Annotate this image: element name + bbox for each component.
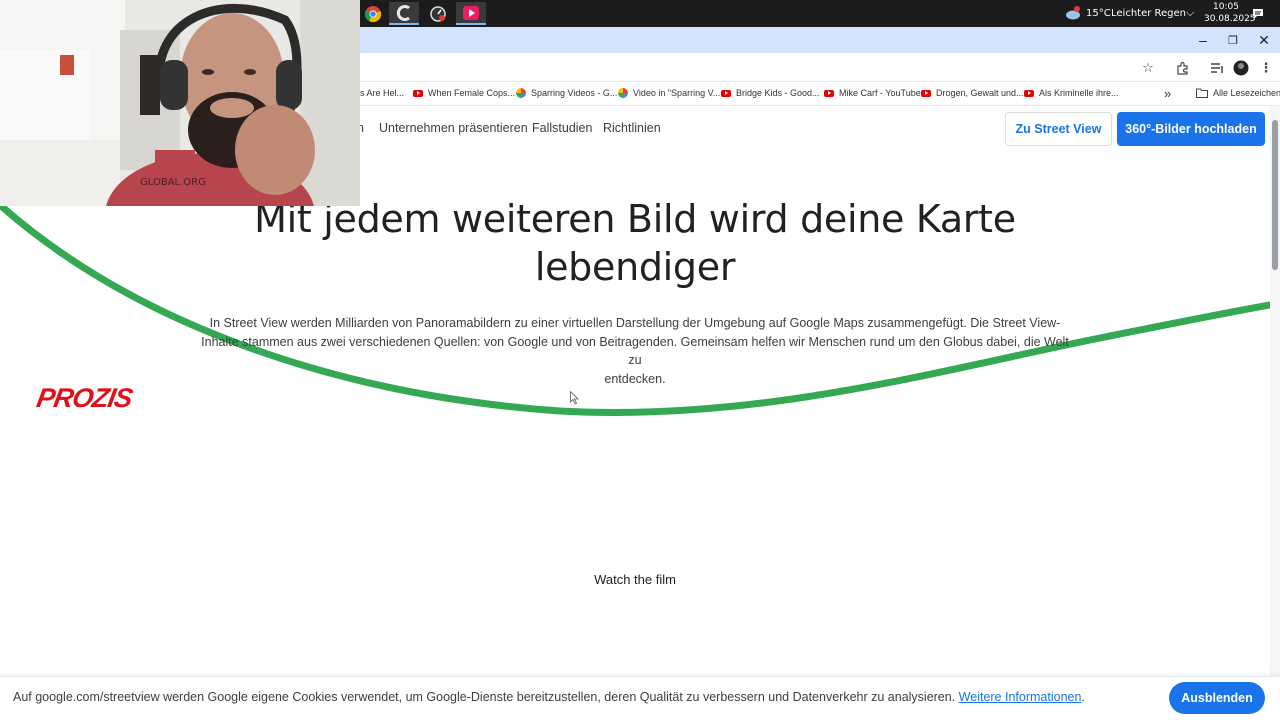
headline-line-1: Mit jedem weiteren Bild wird deine Karte [254,197,1016,241]
scrollbar-thumb[interactable] [1272,120,1278,270]
bookmark-item[interactable]: Mike Carf - YouTube [824,83,921,103]
youtube-icon [824,89,834,97]
bookmark-item[interactable]: Drogen, Gewalt und... [921,83,1024,103]
headline-line-2: lebendiger [534,245,736,289]
go-to-street-view-button[interactable]: Zu Street View [1005,112,1112,146]
restore-icon[interactable]: ❐ [1218,27,1248,53]
page-headline: Mit jedem weiteren Bild wird deine Karte… [250,195,1020,291]
nav-link-business[interactable]: Unternehmen präsentieren [379,121,528,135]
extensions-icon[interactable] [1172,58,1192,78]
all-bookmarks-folder[interactable]: Alle Lesezeichen [1196,83,1280,103]
youtube-icon [413,89,423,97]
youtube-icon [721,89,731,97]
youtube-icon [921,89,931,97]
prozis-sponsor-logo: PROZIS [34,383,135,413]
media-queue-icon[interactable] [1207,58,1227,78]
menu-kebab-icon[interactable]: ⋮ [1256,58,1276,78]
profile-avatar-icon[interactable] [1231,58,1251,78]
dismiss-cookie-button[interactable]: Ausblenden [1169,682,1265,714]
shirt-print: GLOBAL ORG [140,177,206,188]
notification-icon[interactable] [1252,7,1264,25]
cookie-period: . [1081,690,1085,704]
cookie-more-info-link[interactable]: Weitere Informationen [959,690,1082,704]
close-icon[interactable]: ✕ [1249,27,1279,53]
weather-icon[interactable] [1064,5,1082,26]
description-line-3: entdecken. [604,371,666,386]
bookmark-item[interactable]: Bridge Kids - Good... [721,83,820,103]
bookmark-item[interactable]: Sparring Videos - G... [516,83,617,103]
chevron-up-icon[interactable]: ⌵ [1186,6,1194,20]
google-photos-icon [618,88,628,98]
clock-time[interactable]: 10:05 [1213,2,1239,12]
minimize-icon[interactable]: – [1188,27,1218,53]
media-player-app-icon[interactable] [456,2,486,25]
watch-film-link[interactable]: Watch the film [560,572,710,587]
speedometer-app-icon[interactable] [423,2,453,25]
youtube-icon [1024,89,1034,97]
bookmark-item[interactable]: Als Kriminelle ihre... [1024,83,1119,103]
webcam-overlay: GLOBAL ORG [0,0,360,206]
bookmark-item[interactable]: Video in "Sparring V... [618,83,720,103]
streamer-webcam-image: GLOBAL ORG [0,0,360,206]
description-line-1: In Street View werden Milliarden von Pan… [209,316,1061,330]
weather-temp[interactable]: 15°C [1086,8,1111,19]
bookmarks-more-icon[interactable]: » [1164,83,1171,103]
bookmark-item[interactable]: When Female Cops... [413,83,515,103]
cookie-message: Auf google.com/streetview werden Google … [13,690,956,704]
chrome-app-icon[interactable] [358,2,388,25]
upload-360-images-button[interactable]: 360°-Bilder hochladen [1117,112,1265,146]
cookie-text: Auf google.com/streetview werden Google … [13,690,1085,704]
clock-date[interactable]: 30.08.2025 [1204,14,1256,24]
description-line-2: Inhalte stammen aus zwei verschiedenen Q… [201,334,1069,368]
ccleaner-app-icon[interactable] [389,2,419,25]
nav-link-case-studies[interactable]: Fallstudien [532,121,592,135]
bookmark-item[interactable]: s Are Hel... [360,83,404,103]
page-description: In Street View werden Milliarden von Pan… [200,314,1070,388]
folder-icon [1196,88,1208,98]
mouse-cursor-icon [570,391,579,405]
nav-link-policies[interactable]: Richtlinien [603,121,661,135]
bookmark-star-icon[interactable]: ☆ [1138,58,1158,78]
weather-condition[interactable]: Leichter Regen [1111,8,1186,19]
google-photos-icon [516,88,526,98]
